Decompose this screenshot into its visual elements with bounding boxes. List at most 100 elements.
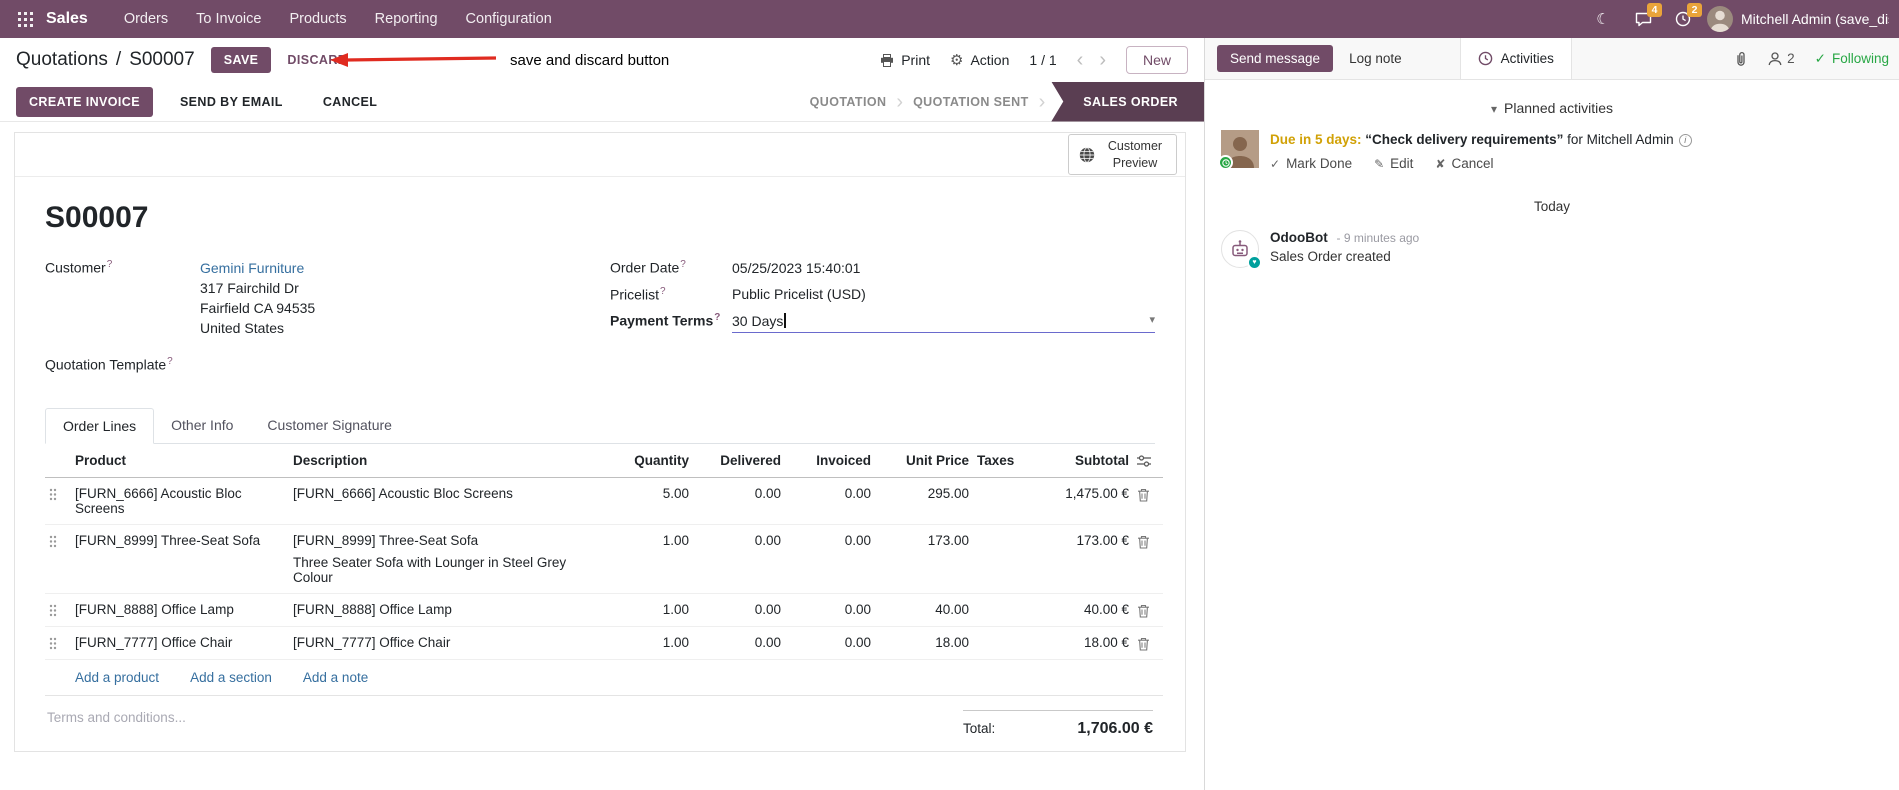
message-author[interactable]: OdooBot (1270, 230, 1328, 245)
drag-handle[interactable] (45, 626, 71, 661)
step-quotation[interactable]: QUOTATION (800, 82, 897, 122)
drag-handle[interactable] (45, 477, 71, 526)
dark-mode-toggle[interactable]: ☾ (1587, 0, 1619, 38)
drag-handle[interactable] (45, 593, 71, 628)
optional-columns-button[interactable] (1133, 444, 1163, 479)
tab-customer-signature[interactable]: Customer Signature (250, 408, 409, 443)
mark-done-button[interactable]: ✓ Mark Done (1270, 156, 1352, 171)
menu-configuration[interactable]: Configuration (452, 0, 566, 38)
planned-activities-header[interactable]: ▾ Planned activities (1205, 80, 1899, 128)
cell-delivered[interactable]: 0.00 (693, 593, 785, 628)
breadcrumb-quotations[interactable]: Quotations (16, 49, 108, 71)
cell-quantity[interactable]: 1.00 (609, 593, 693, 628)
delete-line-button[interactable] (1133, 593, 1163, 628)
tab-other-info[interactable]: Other Info (154, 408, 250, 443)
order-date-value[interactable]: 05/25/2023 15:40:01 (732, 260, 860, 276)
cell-taxes[interactable] (973, 626, 1033, 661)
action-button[interactable]: ⚙ Action (950, 52, 1009, 68)
date-divider: Today (1533, 199, 1571, 215)
cell-description[interactable]: [FURN_8999] Three-Seat Sofa Three Seater … (289, 524, 609, 595)
cell-product[interactable]: [FURN_8999] Three-Seat Sofa (71, 524, 289, 595)
cell-description[interactable]: [FURN_8888] Office Lamp (289, 593, 609, 628)
log-note-button[interactable]: Log note (1333, 38, 1418, 79)
moon-icon: ☾ (1596, 11, 1610, 28)
attach-files-button[interactable] (1734, 51, 1748, 67)
cell-product[interactable]: [FURN_8888] Office Lamp (71, 593, 289, 628)
followers-button[interactable]: 2 (1768, 51, 1795, 66)
cancel-button[interactable]: CANCEL (310, 87, 390, 117)
new-button[interactable]: New (1125, 46, 1188, 74)
cell-taxes[interactable] (973, 524, 1033, 595)
cell-taxes[interactable] (973, 477, 1033, 526)
add-section-link[interactable]: Add a section (190, 670, 272, 685)
add-note-link[interactable]: Add a note (303, 670, 368, 685)
activities-systray-button[interactable]: 2 (1667, 0, 1702, 38)
cell-unit-price[interactable]: 173.00 (875, 524, 973, 595)
cell-unit-price[interactable]: 295.00 (875, 477, 973, 526)
order-line-row[interactable]: [FURN_8888] Office Lamp [FURN_8888] Offi… (45, 593, 1163, 628)
order-line-row[interactable]: [FURN_8999] Three-Seat Sofa [FURN_8999] … (45, 524, 1163, 595)
messages-button[interactable]: 4 (1627, 0, 1662, 38)
payment-terms-input[interactable]: 30 Days ▾ (732, 312, 1155, 333)
cell-invoiced[interactable]: 0.00 (785, 477, 875, 526)
order-line-row[interactable]: [FURN_6666] Acoustic Bloc Screens [FURN_… (45, 477, 1163, 526)
terms-placeholder[interactable]: Terms and conditions... (47, 710, 186, 725)
cell-product[interactable]: [FURN_7777] Office Chair (71, 626, 289, 661)
cell-subtotal: 1,475.00 € (1033, 477, 1133, 526)
step-sales-order-active[interactable]: SALES ORDER (1051, 81, 1204, 122)
pager-next-icon[interactable]: › (1099, 50, 1106, 70)
followers-icon (1768, 51, 1782, 65)
quotation-template-label[interactable]: Quotation Template? (45, 356, 173, 373)
cell-invoiced[interactable]: 0.00 (785, 524, 875, 595)
app-name[interactable]: Sales (46, 10, 88, 28)
cell-delivered[interactable]: 0.00 (693, 477, 785, 526)
cell-unit-price[interactable]: 18.00 (875, 626, 973, 661)
cell-unit-price[interactable]: 40.00 (875, 593, 973, 628)
save-button[interactable]: SAVE (210, 47, 272, 73)
create-invoice-button[interactable]: CREATE INVOICE (16, 86, 153, 117)
cell-delivered[interactable]: 0.00 (693, 524, 785, 595)
print-button[interactable]: Print (880, 52, 930, 68)
delete-line-button[interactable] (1133, 524, 1163, 595)
cell-quantity[interactable]: 5.00 (609, 477, 693, 526)
cancel-activity-button[interactable]: ✘ Cancel (1435, 156, 1493, 171)
globe-icon (1079, 146, 1095, 163)
cell-taxes[interactable] (973, 593, 1033, 628)
menu-products[interactable]: Products (275, 0, 360, 38)
apps-menu-button[interactable] (8, 0, 42, 38)
form-sheet: Customer Preview S00007 Customer? Gemini… (14, 132, 1186, 752)
delete-line-button[interactable] (1133, 477, 1163, 526)
customer-preview-button[interactable]: Customer Preview (1068, 134, 1177, 175)
cell-description[interactable]: [FURN_7777] Office Chair (289, 626, 609, 661)
following-button[interactable]: ✓ Following (1815, 51, 1889, 67)
cell-quantity[interactable]: 1.00 (609, 524, 693, 595)
cell-delivered[interactable]: 0.00 (693, 626, 785, 661)
dropdown-caret-icon[interactable]: ▾ (1149, 315, 1155, 326)
step-quotation-sent[interactable]: QUOTATION SENT (903, 82, 1039, 122)
activity-avatar[interactable] (1218, 130, 1259, 170)
customer-link[interactable]: Gemini Furniture (200, 260, 304, 276)
menu-orders[interactable]: Orders (110, 0, 182, 38)
menu-to-invoice[interactable]: To Invoice (182, 0, 275, 38)
pager-previous-icon[interactable]: ‹ (1077, 50, 1084, 70)
send-by-email-button[interactable]: SEND BY EMAIL (167, 87, 296, 117)
menu-reporting[interactable]: Reporting (361, 0, 452, 38)
pricelist-value[interactable]: Public Pricelist (USD) (732, 286, 866, 302)
tab-order-lines[interactable]: Order Lines (45, 408, 155, 445)
cell-invoiced[interactable]: 0.00 (785, 626, 875, 661)
cell-invoiced[interactable]: 0.00 (785, 593, 875, 628)
send-message-button[interactable]: Send message (1217, 45, 1334, 72)
drag-handle[interactable] (45, 524, 71, 595)
cell-description[interactable]: [FURN_6666] Acoustic Bloc Screens (289, 477, 609, 526)
activities-tab[interactable]: Activities (1459, 38, 1572, 79)
order-line-row[interactable]: [FURN_7777] Office Chair [FURN_7777] Off… (45, 626, 1163, 661)
activity-due: Due in 5 days: (1270, 132, 1362, 147)
cell-quantity[interactable]: 1.00 (609, 626, 693, 661)
cell-product[interactable]: [FURN_6666] Acoustic Bloc Screens (71, 477, 289, 526)
delete-line-button[interactable] (1133, 626, 1163, 661)
collapse-caret-icon: ▾ (1491, 102, 1498, 116)
add-product-link[interactable]: Add a product (75, 670, 159, 685)
user-menu[interactable]: Mitchell Admin (save_discar (1707, 6, 1889, 32)
edit-activity-button[interactable]: ✎ Edit (1374, 156, 1413, 171)
chatter-message: ♥ OdooBot - 9 minutes ago Sales Order cr… (1205, 222, 1899, 276)
